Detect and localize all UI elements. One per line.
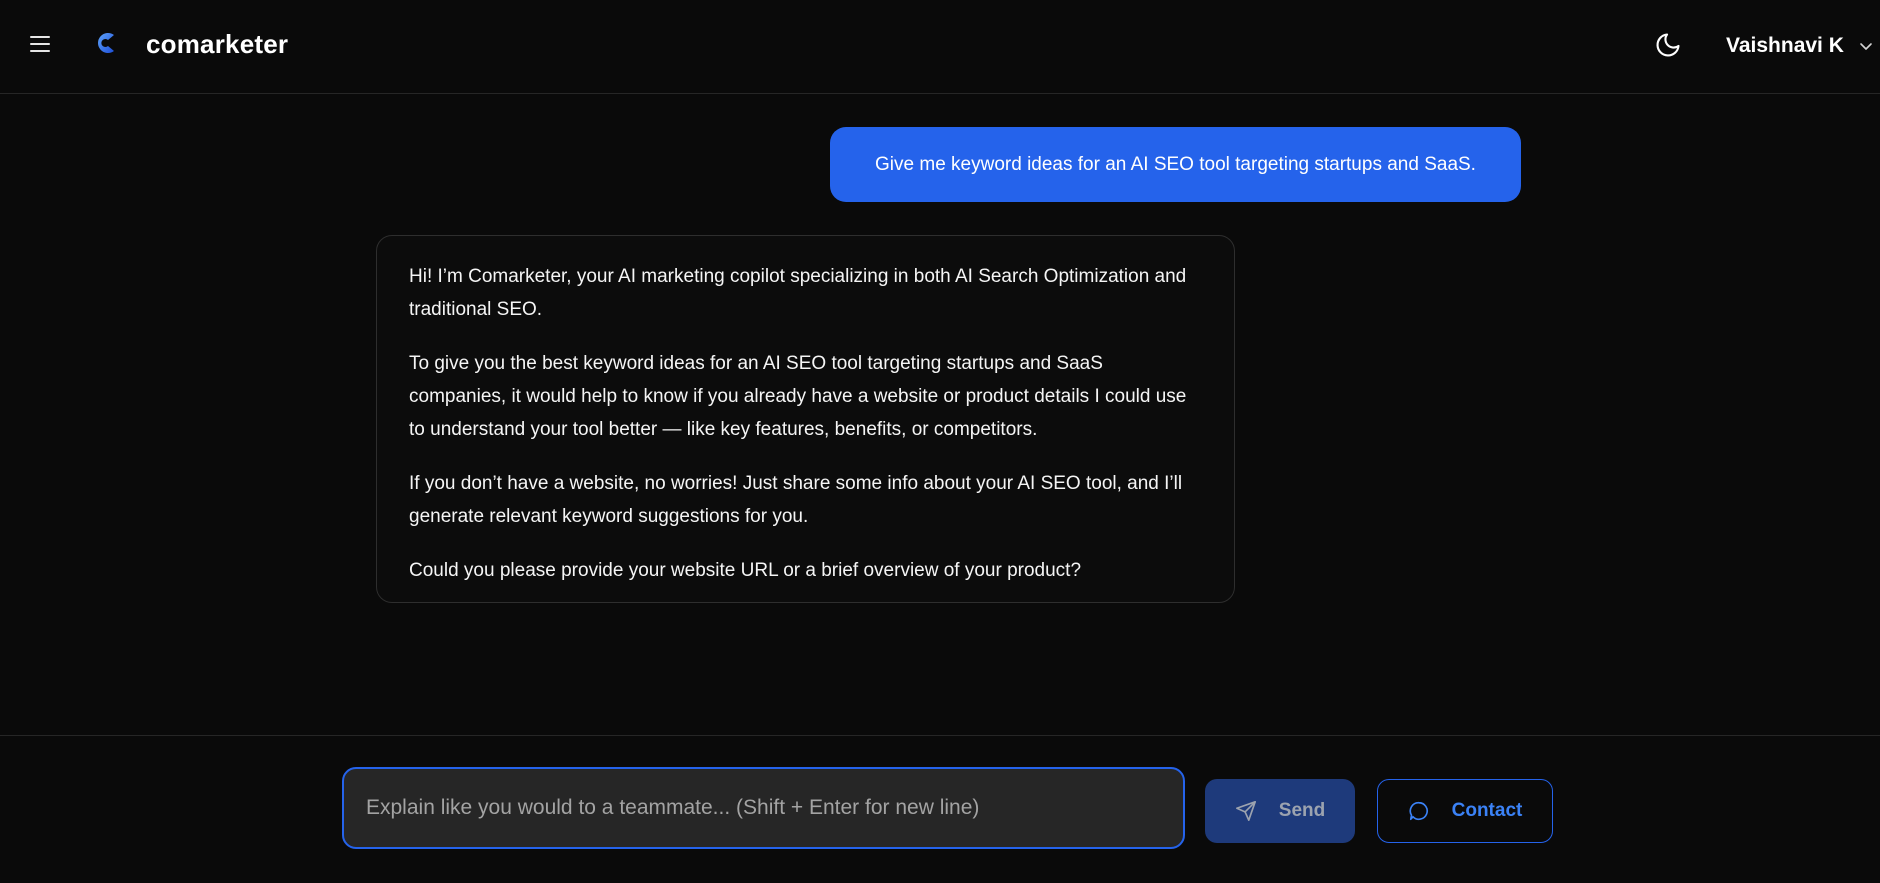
menu-icon-bar bbox=[30, 43, 50, 45]
message-input[interactable] bbox=[366, 796, 1161, 820]
brand-name: comarketer bbox=[146, 29, 289, 59]
menu-icon-bar bbox=[30, 50, 50, 52]
assistant-paragraph: If you don’t have a website, no worries!… bbox=[409, 473, 1183, 527]
chevron-down-icon bbox=[1860, 43, 1872, 50]
user-message: Give me keyword ideas for an AI SEO tool… bbox=[830, 127, 1521, 202]
contact-label: Contact bbox=[1451, 800, 1523, 821]
send-label: Send bbox=[1278, 800, 1326, 821]
paper-plane-icon bbox=[1235, 801, 1256, 821]
assistant-message: Hi! I’m Comarketer, your AI marketing co… bbox=[376, 235, 1235, 603]
assistant-paragraph: Could you please provide your website UR… bbox=[409, 560, 1082, 581]
theme-toggle-button[interactable] bbox=[1654, 31, 1682, 59]
menu-icon-bar bbox=[30, 36, 50, 38]
moon-icon bbox=[1656, 33, 1680, 57]
user-name: Vaishnavi K bbox=[1726, 34, 1844, 57]
top-bar: comarketer Vaishnavi K bbox=[0, 0, 1880, 94]
chat-bubble-icon bbox=[1409, 801, 1428, 821]
comarketer-logo[interactable] bbox=[94, 30, 120, 56]
contact-button[interactable]: Contact bbox=[1377, 779, 1553, 843]
assistant-paragraph: To give you the best keyword ideas for a… bbox=[409, 353, 1187, 440]
menu-button[interactable] bbox=[28, 32, 52, 56]
assistant-paragraph: Hi! I’m Comarketer, your AI marketing co… bbox=[409, 266, 1187, 320]
message-input-container[interactable] bbox=[342, 767, 1185, 849]
user-menu[interactable]: Vaishnavi K bbox=[1726, 31, 1874, 61]
send-button[interactable]: Send bbox=[1205, 779, 1355, 843]
